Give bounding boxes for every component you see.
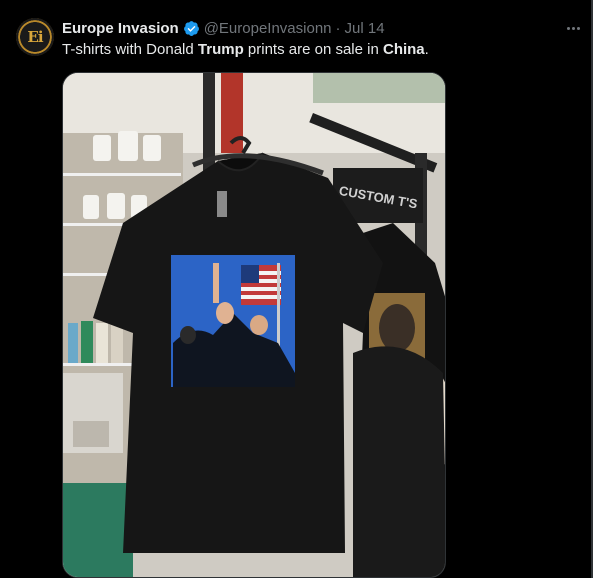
tweet-text-part: prints are on sale in <box>243 41 383 58</box>
tweet-header: Europe Invasion @EuropeInvasionn · Jul 1… <box>62 18 385 38</box>
tweet-text-part: . <box>424 41 429 58</box>
author-handle[interactable]: @EuropeInvasionn <box>204 20 332 37</box>
verified-badge-icon[interactable] <box>183 20 200 37</box>
avatar-logo-text: Ei <box>27 28 43 46</box>
avatar[interactable]: Ei <box>16 18 54 56</box>
tweet[interactable]: Ei Europe Invasion @EuropeInvasionn · Ju… <box>0 0 593 578</box>
tweet-text: T-shirts with Donald Trump prints are on… <box>62 40 429 60</box>
tweet-text-part: T-shirts with Donald <box>62 41 198 58</box>
tshirt-photo: CUSTOM T'S <box>63 73 445 577</box>
author-display-name[interactable]: Europe Invasion <box>62 20 179 37</box>
more-options-icon[interactable] <box>564 18 582 38</box>
tweet-media-photo[interactable]: CUSTOM T'S <box>62 72 446 578</box>
timestamp[interactable]: Jul 14 <box>345 20 385 37</box>
tweet-text-bold-trump: Trump <box>197 41 244 58</box>
separator-dot: · <box>335 19 341 37</box>
tweet-text-bold-china: China <box>382 41 425 58</box>
